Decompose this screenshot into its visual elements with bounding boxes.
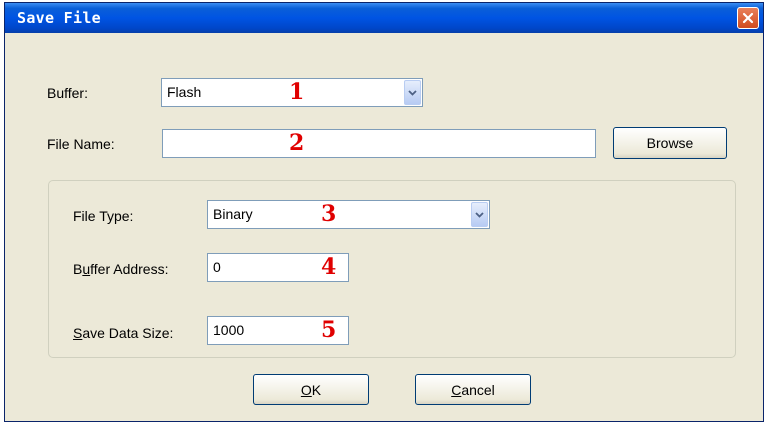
save-file-dialog: Save File Buffer: Flash 1 File Name: 2 B… xyxy=(4,2,764,422)
title-bar[interactable]: Save File xyxy=(5,3,763,33)
annotation-marker-5: 5 xyxy=(321,317,337,343)
file-type-select-value: Binary xyxy=(213,206,253,222)
save-data-size-label: Save Data Size: xyxy=(73,325,174,341)
annotation-marker-3: 3 xyxy=(321,201,337,227)
chevron-down-icon[interactable] xyxy=(404,80,421,105)
buffer-label: Buffer: xyxy=(47,85,88,101)
ok-button-label: OK xyxy=(300,381,322,398)
ok-button[interactable]: OK xyxy=(253,374,369,405)
buffer-address-label: Buffer Address: xyxy=(73,261,169,277)
file-name-label: File Name: xyxy=(47,136,115,152)
annotation-marker-2: 2 xyxy=(289,130,305,156)
dialog-title: Save File xyxy=(17,9,101,27)
chevron-down-icon[interactable] xyxy=(471,202,488,227)
close-x-icon xyxy=(742,12,754,24)
buffer-address-value: 0 xyxy=(213,259,221,275)
cancel-button-label: Cancel xyxy=(451,381,495,398)
file-name-input[interactable] xyxy=(162,129,596,158)
browse-button[interactable]: Browse xyxy=(613,127,727,159)
file-type-select[interactable]: Binary xyxy=(207,200,490,229)
file-type-label: File Type: xyxy=(73,208,134,224)
save-data-size-value: 1000 xyxy=(213,322,245,338)
annotation-marker-1: 1 xyxy=(289,79,305,105)
close-button[interactable] xyxy=(737,7,759,29)
cancel-button[interactable]: Cancel xyxy=(415,374,531,405)
annotation-marker-4: 4 xyxy=(321,254,337,280)
browse-button-label: Browse xyxy=(646,135,694,151)
buffer-select-value: Flash xyxy=(167,84,202,100)
